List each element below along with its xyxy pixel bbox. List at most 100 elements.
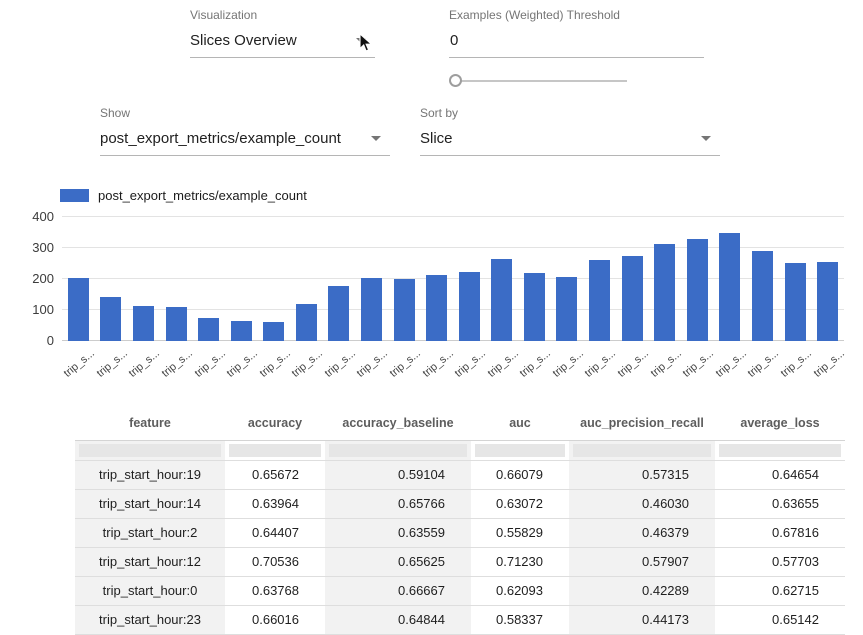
column-header[interactable]: feature: [75, 406, 225, 440]
bar[interactable]: [817, 262, 838, 341]
x-tick-label: trip_s...: [225, 347, 260, 379]
y-tick-label: 300: [20, 241, 54, 255]
metric-cell: 0.65672: [225, 460, 325, 489]
legend-label: post_export_metrics/example_count: [98, 188, 307, 203]
bar[interactable]: [166, 307, 187, 341]
column-filter-input[interactable]: [475, 444, 565, 457]
table-row[interactable]: trip_start_hour:00.637680.666670.620930.…: [75, 576, 845, 605]
bar[interactable]: [100, 297, 121, 341]
feature-cell: trip_start_hour:12: [75, 547, 225, 576]
table-row[interactable]: trip_start_hour:120.705360.656250.712300…: [75, 547, 845, 576]
bar[interactable]: [426, 275, 447, 341]
x-label-slot: trip_s...: [583, 343, 616, 391]
bar[interactable]: [687, 239, 708, 341]
threshold-slider[interactable]: [449, 73, 627, 88]
bar[interactable]: [719, 233, 740, 342]
bar[interactable]: [296, 304, 317, 341]
metric-cell: 0.66079: [471, 460, 569, 489]
column-header[interactable]: auc_precision_recall: [569, 406, 715, 440]
x-tick-label: trip_s...: [616, 347, 651, 379]
x-label-slot: trip_s...: [681, 343, 714, 391]
bar[interactable]: [524, 273, 545, 341]
column-filter-input[interactable]: [79, 444, 221, 457]
x-axis-labels: trip_s...trip_s...trip_s...trip_s...trip…: [62, 343, 844, 391]
column-filter-input[interactable]: [229, 444, 321, 457]
bar[interactable]: [361, 278, 382, 342]
bar[interactable]: [589, 260, 610, 341]
x-label-slot: trip_s...: [257, 343, 290, 391]
metric-cell: 0.58337: [471, 605, 569, 634]
bar[interactable]: [622, 256, 643, 341]
bar-slot: [648, 217, 681, 341]
table-row[interactable]: trip_start_hour:140.639640.657660.630720…: [75, 489, 845, 518]
x-tick-label: trip_s...: [550, 347, 585, 379]
metric-cell: 0.65766: [325, 489, 471, 518]
feature-cell: trip_start_hour:19: [75, 460, 225, 489]
column-header[interactable]: average_loss: [715, 406, 845, 440]
table-row[interactable]: trip_start_hour:230.660160.648440.583370…: [75, 605, 845, 634]
visualization-dropdown[interactable]: Slices Overview: [190, 29, 375, 58]
bar[interactable]: [328, 286, 349, 341]
metric-cell: 0.42289: [569, 576, 715, 605]
show-metric-dropdown[interactable]: post_export_metrics/example_count: [100, 127, 390, 156]
metric-cell: 0.59104: [325, 460, 471, 489]
bar-slot: [518, 217, 551, 341]
bar[interactable]: [752, 251, 773, 341]
column-header[interactable]: accuracy_baseline: [325, 406, 471, 440]
bar[interactable]: [133, 306, 154, 341]
x-label-slot: trip_s...: [746, 343, 779, 391]
x-tick-label: trip_s...: [583, 347, 618, 379]
x-tick-label: trip_s...: [355, 347, 390, 379]
bar[interactable]: [785, 263, 806, 341]
metric-cell: 0.46030: [569, 489, 715, 518]
chevron-down-icon: [701, 136, 711, 141]
metrics-table: featureaccuracyaccuracy_baselineaucauc_p…: [75, 406, 845, 635]
bar-slot: [160, 217, 193, 341]
x-tick-label: trip_s...: [160, 347, 195, 379]
table-row[interactable]: trip_start_hour:20.644070.635590.558290.…: [75, 518, 845, 547]
column-filter-input[interactable]: [719, 444, 841, 457]
x-tick-label: trip_s...: [518, 347, 553, 379]
bar[interactable]: [654, 244, 675, 341]
bar[interactable]: [68, 278, 89, 342]
visualization-label: Visualization: [190, 8, 375, 22]
bar[interactable]: [263, 322, 284, 341]
plot-area: trip_s...trip_s...trip_s...trip_s...trip…: [20, 217, 846, 341]
x-tick-label: trip_s...: [420, 347, 455, 379]
column-filter-input[interactable]: [573, 444, 711, 457]
y-tick-label: 400: [20, 210, 54, 224]
x-tick-label: trip_s...: [713, 347, 748, 379]
sort-by-dropdown[interactable]: Slice: [420, 127, 720, 156]
table-filter-row: [75, 440, 845, 460]
visualization-control: Visualization Slices Overview: [190, 8, 375, 58]
metric-cell: 0.64407: [225, 518, 325, 547]
x-label-slot: trip_s...: [127, 343, 160, 391]
bar[interactable]: [556, 277, 577, 342]
filter-cell: [715, 440, 845, 460]
bar[interactable]: [459, 272, 480, 341]
bar-slot: [388, 217, 421, 341]
bar-slot: [290, 217, 323, 341]
bar-series: [62, 217, 844, 341]
column-header[interactable]: accuracy: [225, 406, 325, 440]
x-label-slot: trip_s...: [420, 343, 453, 391]
x-tick-label: trip_s...: [62, 347, 97, 379]
threshold-input[interactable]: 0: [449, 29, 704, 58]
x-label-slot: trip_s...: [453, 343, 486, 391]
table-row[interactable]: trip_start_hour:190.656720.591040.66079 0…: [75, 460, 845, 489]
x-tick-label: trip_s...: [779, 347, 814, 379]
column-header[interactable]: auc: [471, 406, 569, 440]
metric-cell: 0.64654: [715, 460, 845, 489]
metric-cell: 0.46379: [569, 518, 715, 547]
metric-cell: 0.63768: [225, 576, 325, 605]
bar[interactable]: [394, 279, 415, 341]
x-label-slot: trip_s...: [811, 343, 844, 391]
bar[interactable]: [491, 259, 512, 341]
metric-cell: 0.57703: [715, 547, 845, 576]
bar-slot: [62, 217, 95, 341]
bar[interactable]: [198, 318, 219, 341]
column-filter-input[interactable]: [329, 444, 467, 457]
bar[interactable]: [231, 321, 252, 341]
slider-knob[interactable]: [449, 74, 462, 87]
metric-cell: 0.57907: [569, 547, 715, 576]
